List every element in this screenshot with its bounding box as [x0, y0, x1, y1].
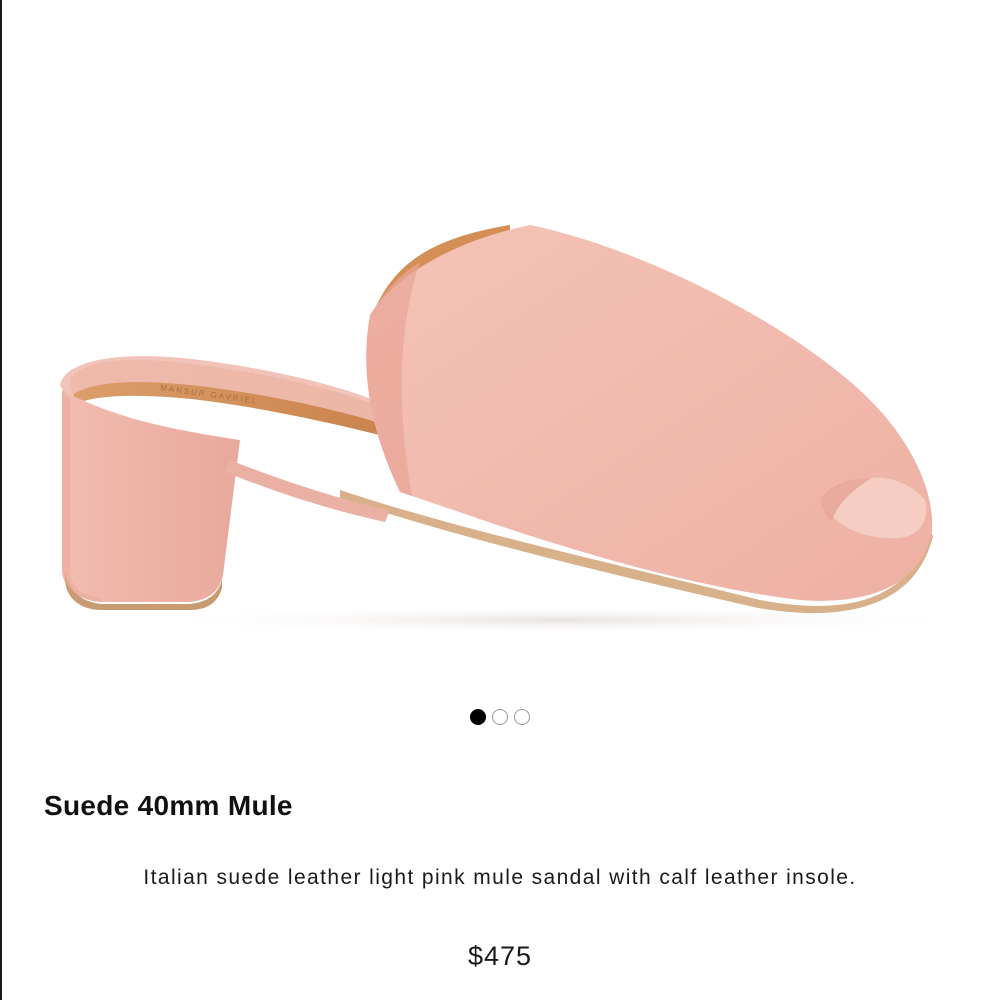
product-description: Italian suede leather light pink mule sa…: [143, 866, 857, 889]
product-title: Suede 40mm Mule: [44, 790, 293, 821]
suede-upper: [366, 225, 933, 601]
product-image[interactable]: MANSUR GAVRIEL: [40, 200, 960, 640]
page-left-border: [0, 0, 2, 1000]
block-heel: [62, 390, 240, 602]
carousel-dot-1[interactable]: [470, 709, 486, 725]
image-carousel-dots: [0, 709, 1000, 725]
carousel-dot-3[interactable]: [514, 709, 530, 725]
mule-sandal-illustration: MANSUR GAVRIEL: [60, 225, 960, 634]
carousel-dot-2[interactable]: [492, 709, 508, 725]
product-price: $475: [467, 941, 533, 971]
arch-sole: [225, 460, 390, 522]
